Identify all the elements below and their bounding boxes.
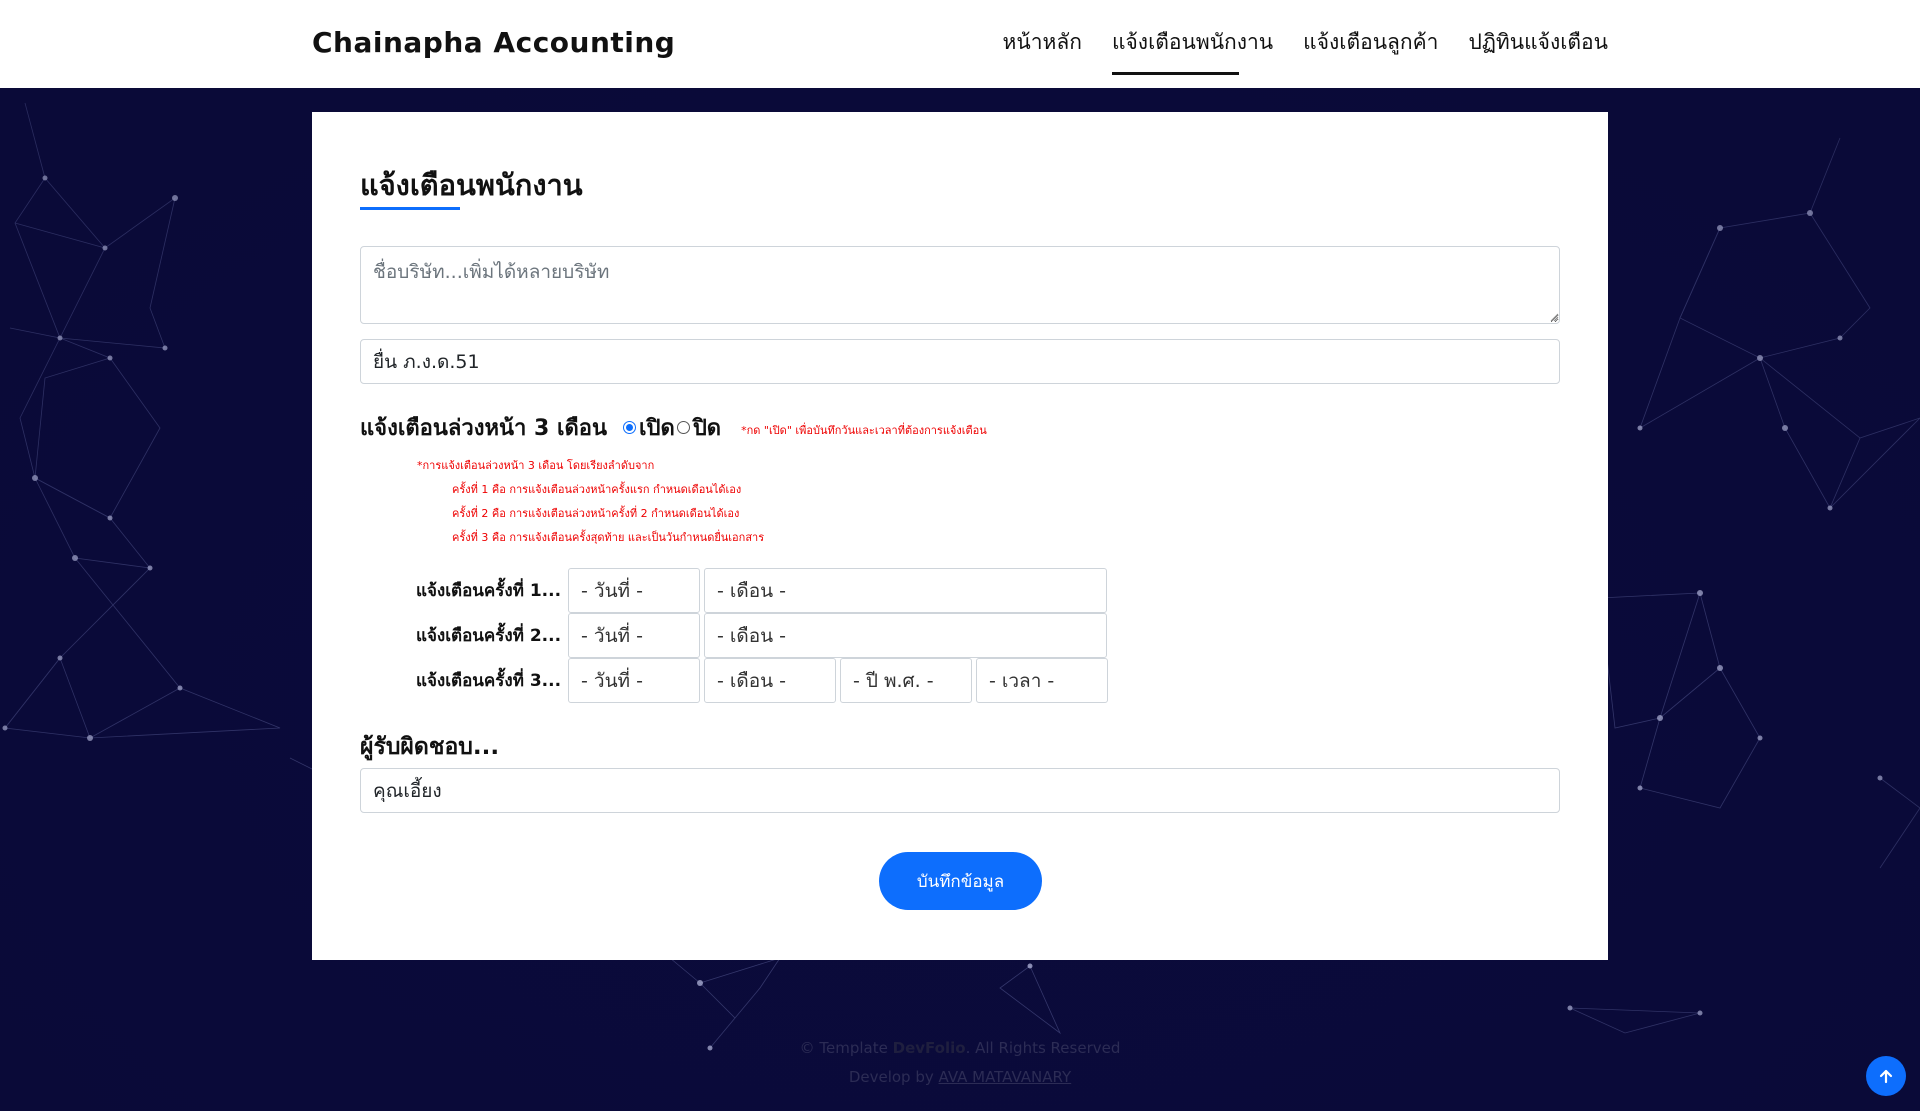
- developer-link[interactable]: AVA MATAVANARY: [939, 1068, 1072, 1086]
- alert-row-3: แจ้งเตือนครั้งที่ 3... - วันที่ - - เดือ…: [416, 658, 1112, 703]
- company-name-textarea[interactable]: [360, 246, 1560, 324]
- arrow-up-icon: [1879, 1069, 1893, 1084]
- copyright-suffix: . All Rights Reserved: [965, 1039, 1121, 1057]
- owner-label: ผู้รับผิดชอบ...: [360, 734, 500, 760]
- brand-logo[interactable]: Chainapha Accounting: [312, 26, 675, 59]
- copyright-prefix: © Template: [799, 1039, 888, 1057]
- copyright-line: © Template DevFolio. All Rights Reserved: [0, 1034, 1920, 1063]
- radio-on-label: เปิด: [639, 416, 675, 441]
- nav-home[interactable]: หน้าหลัก: [1003, 26, 1082, 73]
- note-line: ครั้งที่ 1 คือ การแจ้งเตือนล่วงหน้าครั้ง…: [452, 483, 742, 496]
- advance-alert-label: แจ้งเตือนล่วงหน้า 3 เดือน: [360, 416, 608, 441]
- alert-1-month-select[interactable]: - เดือน -: [704, 568, 1107, 613]
- developer-prefix: Develop by: [848, 1068, 934, 1086]
- radio-off-option[interactable]: ปิด: [676, 410, 722, 445]
- nav-alert-calendar[interactable]: ปฏิทินแจ้งเตือน: [1468, 26, 1608, 73]
- alert-3-time-select[interactable]: - เวลา -: [976, 658, 1108, 703]
- note-line: ครั้งที่ 2 คือ การแจ้งเตือนล่วงหน้าครั้ง…: [452, 507, 740, 520]
- save-button[interactable]: บันทึกข้อมูล: [879, 852, 1042, 910]
- owner-input[interactable]: [360, 768, 1560, 813]
- top-navbar: Chainapha Accounting หน้าหลัก แจ้งเตือนพ…: [0, 0, 1920, 88]
- developer-line: Develop by AVA MATAVANARY: [0, 1063, 1920, 1092]
- radio-off-label: ปิด: [692, 416, 722, 441]
- note-line: *การแจ้งเตือนล่วงหน้า 3 เดือน โดยเรียงลำ…: [417, 459, 655, 472]
- nav-customer-alerts[interactable]: แจ้งเตือนลูกค้า: [1303, 26, 1438, 73]
- employee-alert-form-card: แจ้งเตือนพนักงาน แจ้งเตือนล่วงหน้า 3 เดื…: [312, 112, 1608, 960]
- copyright-brand: DevFolio: [892, 1039, 966, 1057]
- alert-row-1: แจ้งเตือนครั้งที่ 1... - วันที่ - - เดือ…: [416, 568, 1111, 613]
- page-title: แจ้งเตือนพนักงาน: [360, 168, 583, 202]
- alert-2-label: แจ้งเตือนครั้งที่ 2...: [416, 626, 562, 646]
- radio-on-icon[interactable]: [623, 421, 637, 434]
- footer: © Template DevFolio. All Rights Reserved…: [0, 1034, 1920, 1092]
- alert-3-label: แจ้งเตือนครั้งที่ 3...: [416, 671, 562, 691]
- title-underline: [360, 207, 460, 210]
- alert-2-day-select[interactable]: - วันที่ -: [568, 613, 700, 658]
- radio-off-icon[interactable]: [676, 421, 690, 434]
- alert-1-label: แจ้งเตือนครั้งที่ 1...: [416, 581, 562, 601]
- note-line: ครั้งที่ 3 คือ การแจ้งเตือนครั้งสุดท้าย …: [452, 531, 765, 544]
- alert-row-2: แจ้งเตือนครั้งที่ 2... - วันที่ - - เดือ…: [416, 613, 1111, 658]
- advance-alert-hint: *กด "เปิด" เพื่อบันทึกวันและเวลาที่ต้องก…: [741, 423, 987, 437]
- alert-3-month-select[interactable]: - เดือน -: [704, 658, 836, 703]
- nav-employee-alerts[interactable]: แจ้งเตือนพนักงาน: [1111, 26, 1273, 75]
- back-to-top-button[interactable]: [1866, 1056, 1906, 1096]
- radio-on-option[interactable]: เปิด: [623, 410, 675, 445]
- task-name-input[interactable]: [360, 339, 1560, 384]
- alert-1-day-select[interactable]: - วันที่ -: [568, 568, 700, 613]
- alert-3-year-select[interactable]: - ปี พ.ศ. -: [840, 658, 972, 703]
- alert-notes: *การแจ้งเตือนล่วงหน้า 3 เดือน โดยเรียงลำ…: [417, 454, 764, 550]
- advance-alert-row: แจ้งเตือนล่วงหน้า 3 เดือน เปิด ปิด *กด "…: [360, 410, 987, 445]
- alert-3-day-select[interactable]: - วันที่ -: [568, 658, 700, 703]
- alert-2-month-select[interactable]: - เดือน -: [704, 613, 1107, 658]
- main-nav: หน้าหลัก แจ้งเตือนพนักงาน แจ้งเตือนลูกค้…: [1003, 26, 1608, 75]
